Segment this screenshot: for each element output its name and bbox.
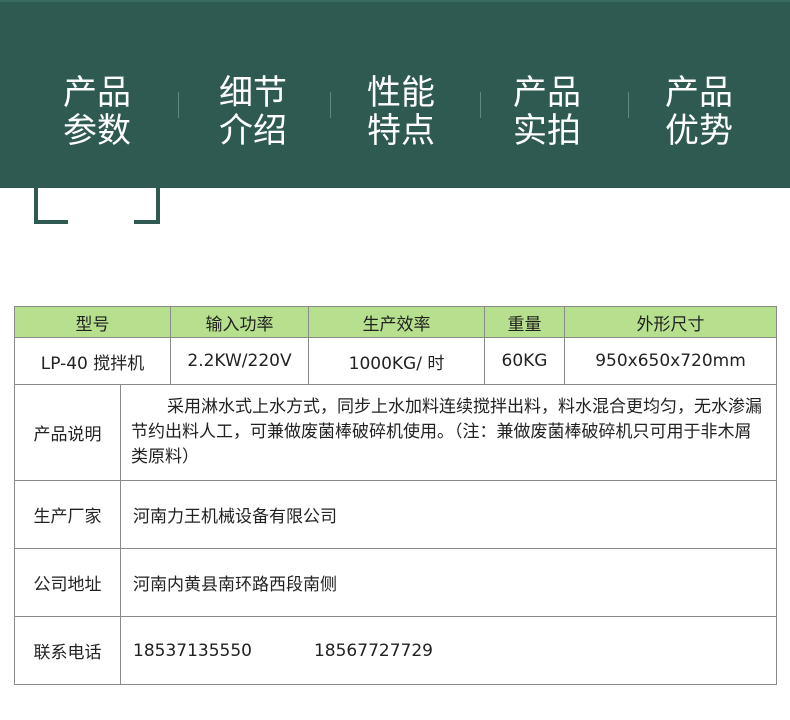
tab-label-line1: 产品: [665, 73, 733, 113]
bracket-gap: [68, 216, 134, 224]
nav-separator: [480, 92, 481, 118]
cell-phone-wrap: 18537135550 18567727729: [120, 616, 777, 685]
tab-label-line1: 细节: [219, 73, 287, 113]
tab-label-line2: 优势: [665, 111, 733, 151]
tab-performance[interactable]: 性能 特点: [346, 74, 456, 150]
cell-efficiency: 1000KG/ 时: [308, 337, 485, 385]
header-model: 型号: [14, 306, 171, 338]
header-efficiency: 生产效率: [308, 306, 485, 338]
tab-label-line1: 产品: [513, 73, 581, 113]
table-row-phone: 联系电话 18537135550 18567727729: [14, 616, 777, 685]
cell-dimensions: 950x650x720mm: [564, 337, 777, 385]
label-description: 产品说明: [14, 384, 121, 481]
label-address: 公司地址: [14, 548, 121, 617]
header-power: 输入功率: [170, 306, 309, 338]
spec-table: 型号 输入功率 生产效率 重量 外形尺寸 LP-40 搅拌机 2.2KW/220…: [14, 306, 777, 685]
cell-model: LP-40 搅拌机: [14, 337, 171, 385]
cell-description: 采用淋水式上水方式，同步上水加料连续搅拌出料，料水混合更均匀，无水渗漏节约出料人…: [131, 397, 762, 467]
cell-manufacturer: 河南力王机械设备有限公司: [120, 480, 777, 549]
tab-label-line1: 产品: [63, 73, 131, 113]
nav-separator: [178, 92, 179, 118]
phone-number-2: 18567727729: [313, 640, 433, 661]
cell-description-wrap: 采用淋水式上水方式，同步上水加料连续搅拌出料，料水混合更均匀，无水渗漏节约出料人…: [120, 384, 777, 481]
tab-product-photos[interactable]: 产品 实拍: [492, 74, 602, 150]
table-row: LP-40 搅拌机 2.2KW/220V 1000KG/ 时 60KG 950x…: [14, 337, 777, 385]
tab-label-line2: 介绍: [219, 111, 287, 151]
cell-weight: 60KG: [484, 337, 565, 385]
tab-label-line2: 实拍: [513, 111, 581, 151]
tab-detail-intro[interactable]: 细节 介绍: [198, 74, 308, 150]
nav-separator: [628, 92, 629, 118]
table-row-manufacturer: 生产厂家 河南力王机械设备有限公司: [14, 480, 777, 549]
label-manufacturer: 生产厂家: [14, 480, 121, 549]
phone-number-1: 18537135550: [133, 640, 252, 661]
table-row-address: 公司地址 河南内黄县南环路西段南侧: [14, 548, 777, 617]
table-header-row: 型号 输入功率 生产效率 重量 外形尺寸: [14, 306, 777, 338]
table-row-description: 产品说明 采用淋水式上水方式，同步上水加料连续搅拌出料，料水混合更均匀，无水渗漏…: [14, 384, 777, 481]
cell-power: 2.2KW/220V: [170, 337, 309, 385]
header-weight: 重量: [484, 306, 565, 338]
nav-tabs: 产品 参数 细节 介绍 性能 特点 产品 实拍 产品 优势: [0, 0, 790, 186]
tab-product-advantages[interactable]: 产品 优势: [644, 74, 754, 150]
cell-address: 河南内黄县南环路西段南侧: [120, 548, 777, 617]
label-phone: 联系电话: [14, 616, 121, 685]
tab-label-line2: 特点: [367, 111, 435, 151]
header-dimensions: 外形尺寸: [564, 306, 777, 338]
tab-product-params[interactable]: 产品 参数: [42, 74, 152, 150]
tab-label-line2: 参数: [63, 111, 131, 151]
tab-label-line1: 性能: [367, 73, 435, 113]
nav-separator: [330, 92, 331, 118]
